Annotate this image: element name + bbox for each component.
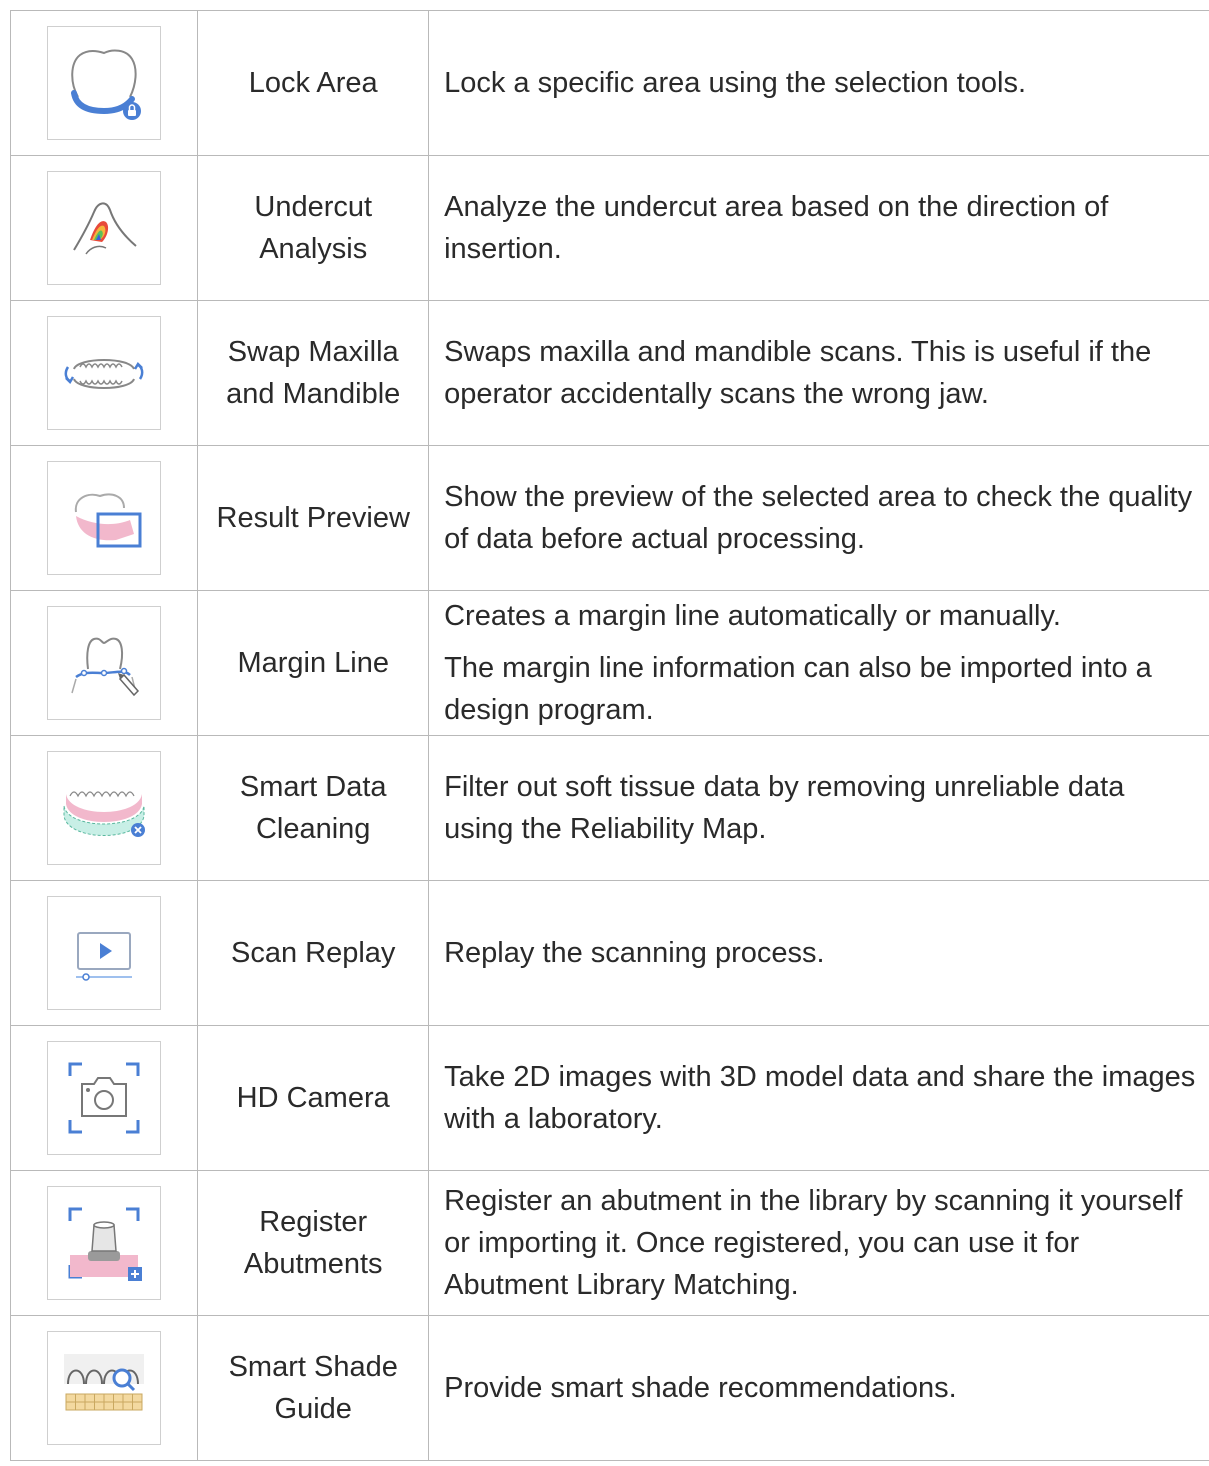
table-row: Smart Data Cleaning Filter out soft tiss… xyxy=(9,735,1209,881)
table-row: Undercut Analysis Analyze the undercut a… xyxy=(9,155,1209,301)
tool-description: Lock a specific area using the selection… xyxy=(428,10,1209,156)
lock-area-icon xyxy=(47,26,162,140)
tool-description: Replay the scanning process. xyxy=(428,880,1209,1026)
table-row: Swap Maxilla and Mandible Swaps maxilla … xyxy=(9,300,1209,446)
table-row: Result Preview Show the preview of the s… xyxy=(9,445,1209,591)
description-text: Swaps maxilla and mandible scans. This i… xyxy=(444,336,1152,410)
icon-cell xyxy=(9,300,199,446)
tool-name: Undercut Analysis xyxy=(197,155,430,301)
icon-cell xyxy=(9,1170,199,1316)
result-preview-icon xyxy=(47,461,162,575)
description-text: Show the preview of the selected area to… xyxy=(444,481,1193,555)
table-row: HD Camera Take 2D images with 3D model d… xyxy=(9,1025,1209,1171)
tool-description: Provide smart shade recommendations. xyxy=(428,1315,1209,1461)
table-row: Margin Line Creates a margin line automa… xyxy=(9,590,1209,736)
description-text: Register an abutment in the library by s… xyxy=(444,1185,1183,1301)
scan-replay-icon xyxy=(47,896,162,1010)
table-row: Scan Replay Replay the scanning process. xyxy=(9,880,1209,1026)
description-text: Analyze the undercut area based on the d… xyxy=(444,191,1109,265)
description-text: Replay the scanning process. xyxy=(444,937,825,969)
icon-cell xyxy=(9,590,199,736)
tool-description: Register an abutment in the library by s… xyxy=(428,1170,1209,1316)
tool-name: HD Camera xyxy=(197,1025,430,1171)
tool-name: Smart Data Cleaning xyxy=(197,735,430,881)
tool-name: Lock Area xyxy=(197,10,430,156)
icon-cell xyxy=(9,445,199,591)
table-row: Register Abutments Register an abutment … xyxy=(9,1170,1209,1316)
description-text: Take 2D images with 3D model data and sh… xyxy=(444,1061,1196,1135)
register-abutments-icon xyxy=(47,1186,162,1300)
swap-jaws-icon xyxy=(47,316,162,430)
tool-name: Register Abutments xyxy=(197,1170,430,1316)
icon-cell xyxy=(9,1025,199,1171)
tool-description: Creates a margin line automatically or m… xyxy=(428,590,1209,736)
table-row: Lock Area Lock a specific area using the… xyxy=(9,10,1209,156)
description-text: Lock a specific area using the selection… xyxy=(444,67,1027,99)
icon-cell xyxy=(9,880,199,1026)
tool-name: Result Preview xyxy=(197,445,430,591)
description-text: The margin line information can also be … xyxy=(444,652,1152,726)
tool-description: Swaps maxilla and mandible scans. This i… xyxy=(428,300,1209,446)
icon-cell xyxy=(9,10,199,156)
hd-camera-icon xyxy=(47,1041,162,1155)
undercut-analysis-icon xyxy=(47,171,162,285)
tool-description: Analyze the undercut area based on the d… xyxy=(428,155,1209,301)
tool-description: Take 2D images with 3D model data and sh… xyxy=(428,1025,1209,1171)
tool-name: Margin Line xyxy=(197,590,430,736)
description-text: Filter out soft tissue data by removing … xyxy=(444,771,1125,845)
description-text: Provide smart shade recommendations. xyxy=(444,1372,957,1404)
margin-line-icon xyxy=(47,606,162,720)
tool-name: Scan Replay xyxy=(197,880,430,1026)
icon-cell xyxy=(9,155,199,301)
icon-cell xyxy=(9,1315,199,1461)
tool-description: Show the preview of the selected area to… xyxy=(428,445,1209,591)
tool-name: Swap Maxilla and Mandible xyxy=(197,300,430,446)
table-row: Smart Shade Guide Provide smart shade re… xyxy=(9,1315,1209,1461)
icon-cell xyxy=(9,735,199,881)
smart-data-cleaning-icon xyxy=(47,751,162,865)
smart-shade-guide-icon xyxy=(47,1331,162,1445)
tools-table: Lock Area Lock a specific area using the… xyxy=(9,10,1209,1461)
tool-name: Smart Shade Guide xyxy=(197,1315,430,1461)
tool-description: Filter out soft tissue data by removing … xyxy=(428,735,1209,881)
description-text: Creates a margin line automatically or m… xyxy=(444,600,1061,632)
